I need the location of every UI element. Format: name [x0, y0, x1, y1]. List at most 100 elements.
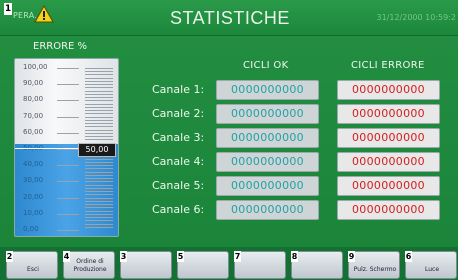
key-number: 3	[120, 251, 127, 262]
statistics-screen: 1 PERA. STATISTICHE 31/12/2000 10:59:2 E…	[0, 0, 458, 280]
function-key-9[interactable]: 9 Pulz. Schermo	[348, 251, 400, 279]
gauge-minor-tick	[85, 93, 113, 95]
gauge-minor-tick	[85, 171, 113, 173]
cycles-error-value: 0000000000	[337, 176, 440, 196]
gauge-minor-tick	[85, 223, 113, 225]
cycles-error-value: 0000000000	[337, 80, 440, 100]
gauge-minor-tick	[85, 136, 113, 138]
gauge-value: 50,00	[78, 143, 116, 157]
function-key-5[interactable]: 5	[177, 251, 229, 279]
gauge-minor-tick	[85, 84, 113, 86]
gauge-minor-tick	[85, 71, 113, 73]
gauge-minor-tick	[85, 158, 113, 160]
channel-label: Canale 6:	[152, 203, 205, 216]
gauge-minor-tick	[85, 139, 113, 141]
gauge-minor-tick	[85, 113, 113, 115]
gauge-minor-tick	[85, 77, 113, 79]
cycles-error-value: 0000000000	[337, 152, 440, 172]
date-time: 31/12/2000 10:59:2	[376, 13, 457, 22]
gauge-tick: 90,00	[15, 79, 118, 94]
channel-label: Canale 5:	[152, 179, 205, 192]
gauge-tick-line	[57, 213, 79, 215]
gauge-tick-line	[57, 149, 79, 150]
gauge-minor-tick	[85, 116, 113, 118]
gauge-minor-tick	[85, 132, 113, 134]
gauge-minor-tick	[85, 106, 113, 108]
channel-label: Canale 4:	[152, 155, 205, 168]
gauge-minor-tick	[85, 129, 113, 131]
gauge-minor-tick	[85, 197, 113, 199]
gauge-minor-tick	[85, 207, 113, 209]
gauge-tick-label: 60,00	[23, 127, 44, 136]
gauge-tick-label: 70,00	[23, 111, 44, 120]
gauge-tick-line	[57, 116, 79, 118]
key-number: 2	[6, 251, 13, 262]
cycles-ok-value: 0000000000	[216, 104, 319, 124]
cycles-error-value: 0000000000	[337, 200, 440, 220]
gauge-minor-tick	[85, 194, 113, 196]
gauge-tick: 70,00	[15, 112, 118, 127]
gauge-tick-line	[57, 68, 79, 69]
gauge-minor-tick	[85, 103, 113, 105]
cycles-ok-value: 0000000000	[216, 200, 319, 220]
gauge-tick-line	[57, 100, 79, 102]
gauge-minor-tick	[85, 174, 113, 176]
gauge-tick: 80,00	[15, 95, 118, 110]
function-key-7[interactable]: 7	[234, 251, 286, 279]
gauge-tick-line	[57, 181, 79, 183]
gauge-tick-label: 40,00	[23, 160, 44, 169]
gauge-minor-tick	[85, 74, 113, 76]
gauge-tick: 40,00	[15, 160, 118, 175]
gauge-minor-tick	[85, 210, 113, 212]
key-number: 6	[405, 251, 412, 262]
function-key-8[interactable]: 8	[291, 251, 343, 279]
cycles-ok-value: 0000000000	[216, 80, 319, 100]
key-number: 5	[177, 251, 184, 262]
gauge-tick: 100,00	[15, 63, 118, 78]
key-number: 9	[348, 251, 355, 262]
channel-label: Canale 1:	[152, 83, 205, 96]
gauge-tick-label: 0,00	[23, 225, 39, 233]
gauge-minor-tick	[85, 187, 113, 189]
error-percent-label: ERRORE %	[33, 41, 88, 52]
key-number: 8	[291, 251, 298, 262]
gauge-minor-tick	[85, 165, 113, 167]
gauge-minor-tick	[85, 226, 113, 228]
gauge-minor-tick	[85, 68, 113, 69]
warning-icon[interactable]	[34, 5, 54, 23]
gauge-minor-tick	[85, 184, 113, 186]
gauge-tick-line	[57, 197, 79, 199]
function-key-6[interactable]: 6 Luce	[405, 251, 457, 279]
gauge-minor-tick	[85, 90, 113, 92]
gauge-minor-tick	[85, 217, 113, 219]
channel-label: Canale 2:	[152, 107, 205, 120]
col-header-ok: CICLI OK	[243, 60, 289, 71]
gauge-minor-tick	[85, 123, 113, 125]
gauge-minor-tick	[85, 213, 113, 215]
gauge-tick-line	[57, 230, 79, 231]
cycles-ok-value: 0000000000	[216, 128, 319, 148]
gauge-minor-tick	[85, 220, 113, 222]
gauge-tick: 0,00	[15, 225, 118, 236]
key-label: Luce	[424, 266, 440, 273]
cycles-ok-value: 0000000000	[216, 152, 319, 172]
function-key-2[interactable]: 2 Esci	[6, 251, 58, 279]
gauge-marker	[15, 148, 79, 149]
gauge-minor-tick	[85, 110, 113, 112]
cycles-error-value: 0000000000	[337, 128, 440, 148]
col-header-error: CICLI ERRORE	[351, 60, 425, 71]
gauge-minor-tick	[85, 168, 113, 170]
gauge-tick-line	[57, 84, 79, 86]
header-bar: 1 PERA. STATISTICHE 31/12/2000 10:59:2	[0, 0, 458, 36]
key-number: 7	[234, 251, 241, 262]
function-key-3[interactable]: 3	[120, 251, 172, 279]
channel-label: Canale 3:	[152, 131, 205, 144]
gauge-minor-tick	[85, 119, 113, 121]
gauge-minor-tick	[85, 191, 113, 193]
gauge-tick-label: 100,00	[23, 63, 48, 71]
gauge-tick: 30,00	[15, 176, 118, 191]
gauge-minor-tick	[85, 178, 113, 180]
gauge-tick-line	[57, 165, 79, 167]
function-key-4[interactable]: 4 Ordine di Produzione	[63, 251, 115, 279]
gauge-tick-label: 10,00	[23, 208, 44, 217]
